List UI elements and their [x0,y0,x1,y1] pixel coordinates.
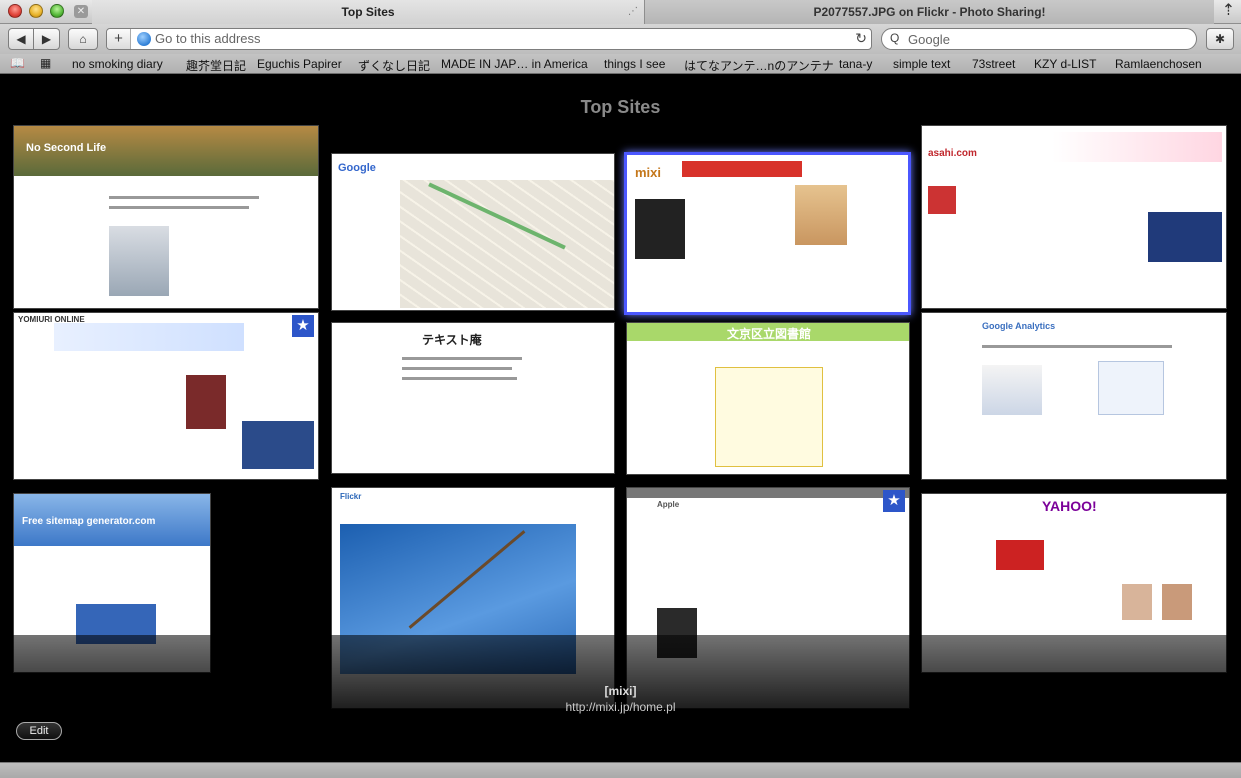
title-bar: ✕ Top Sites ⋰ P2077557.JPG on Flickr - P… [0,0,1241,24]
top-sites-grid-icon[interactable]: ▦ [40,56,51,70]
bookmarks-bar: 📖 ▦ no smoking diary 趣芥堂日記 Eguchis Papir… [0,54,1241,74]
tab-grip-icon[interactable]: ⋰ [628,6,640,18]
thumb-image [109,226,169,296]
bookmark-item[interactable]: ずくなし日記 [358,57,430,74]
zoom-window-button[interactable] [50,4,64,18]
thumb-photo [186,375,226,429]
top-site-thumbnail[interactable]: Google Analytics [921,312,1227,480]
thumb-photo [1162,584,1192,620]
browser-window: ✕ Top Sites ⋰ P2077557.JPG on Flickr - P… [0,0,1241,778]
bookmarks-book-icon[interactable]: 📖 [10,56,25,70]
status-bar [0,762,1241,778]
home-button[interactable]: ⌂ [68,28,98,50]
thumb-map [400,180,614,308]
selected-site-name: [mixi] [604,684,637,698]
bookmark-item[interactable]: Eguchis Papirer [257,57,342,71]
selected-site-url: http://mixi.jp/home.pl [565,700,676,714]
top-site-thumbnail[interactable]: 文京区立図書館 [626,322,910,475]
top-site-thumbnail[interactable]: No Second Life [13,125,319,309]
top-site-thumbnail[interactable]: YOMIURI ONLINE ★ [13,312,319,480]
minimize-window-button[interactable] [29,4,43,18]
thumb-label: Free sitemap generator.com [22,516,156,527]
address-bar[interactable]: + Go to this address ↻ [106,28,872,50]
top-site-thumbnail-selected[interactable]: mixi [624,152,911,315]
bookmark-item[interactable]: Ramlaenchosen [1115,57,1202,71]
thumb-label: テキスト庵 [422,333,482,347]
bookmark-item[interactable]: 73street [972,57,1015,71]
thumb-text-line [109,206,249,209]
thumb-label: Google [338,162,376,174]
reload-icon[interactable]: ↻ [855,30,867,47]
thumb-photo [1122,584,1152,620]
thumb-notice [715,367,823,467]
thumb-label: No Second Life [26,142,107,154]
forward-button[interactable]: ▶ [34,28,60,50]
page-title: Top Sites [580,97,661,117]
thumb-screenshot [982,365,1042,415]
bookmark-item[interactable]: no smoking diary [72,57,163,71]
thumb-text-line [402,367,512,370]
add-bookmark-button[interactable]: + [107,29,131,49]
globe-icon [137,32,151,46]
thumb-label: YAHOO! [1042,498,1097,514]
thumb-photo [996,540,1044,570]
thumb-banner [54,323,244,351]
thumb-ad [242,421,314,469]
thumb-ad [1148,212,1222,262]
bug-report-button[interactable]: ✱ [1206,28,1234,50]
address-input[interactable]: Go to this address [155,31,261,47]
thumb-text-line [402,377,517,380]
thumb-login [1098,361,1164,415]
toolbar: ◀ ▶ ⌂ + Go to this address ↻ Q Google ✱ [0,24,1241,54]
thumb-ad [795,185,847,245]
top-site-thumbnail[interactable]: asahi.com [921,125,1227,309]
thumb-label: Flickr [340,492,362,501]
tab-top-sites[interactable]: Top Sites [92,0,644,24]
new-tab-icon[interactable]: ⇡ [1216,0,1241,24]
star-icon: ★ [883,490,905,512]
search-icon: Q [890,31,900,45]
thumb-label: mixi [635,165,662,180]
thumb-label: 文京区立図書館 [727,327,812,341]
thumb-text-line [982,345,1172,348]
back-button[interactable]: ◀ [8,28,34,50]
thumb-label: asahi.com [928,148,977,159]
thumb-photo [928,186,956,214]
thumb-header [627,488,909,498]
bookmark-item[interactable]: 趣芥堂日記 [186,57,246,74]
bookmark-item[interactable]: things I see [604,57,665,71]
thumb-photo [635,199,685,259]
search-field[interactable]: Q Google [881,28,1197,50]
thumb-banner [682,161,802,177]
star-icon: ★ [292,315,314,337]
thumb-label: Google Analytics [982,321,1056,331]
bookmark-item[interactable]: MADE IN JAP… in America [441,57,588,71]
tab-flickr[interactable]: P2077557.JPG on Flickr - Photo Sharing! [644,0,1214,24]
top-site-thumbnail[interactable]: Google [331,153,615,311]
top-sites-view: Top Sites No Second Life Google mixi asa… [0,75,1241,778]
thumb-label: Apple [657,500,680,509]
search-input[interactable]: Google [908,32,950,47]
bookmark-item[interactable]: simple text [893,57,950,71]
top-site-thumbnail[interactable]: テキスト庵 [331,322,615,474]
edit-button[interactable]: Edit [16,722,62,740]
close-tab-icon[interactable]: ✕ [74,5,88,18]
thumb-text-line [402,357,522,360]
bookmark-item[interactable]: KZY d-LIST [1034,57,1096,71]
thumb-text-line [109,196,259,199]
bookmark-item[interactable]: tana-y [839,57,872,71]
thumb-banner [1052,132,1222,162]
bookmark-item[interactable]: はてなアンテ…nのアンテナ [684,57,834,74]
close-window-button[interactable] [8,4,22,18]
